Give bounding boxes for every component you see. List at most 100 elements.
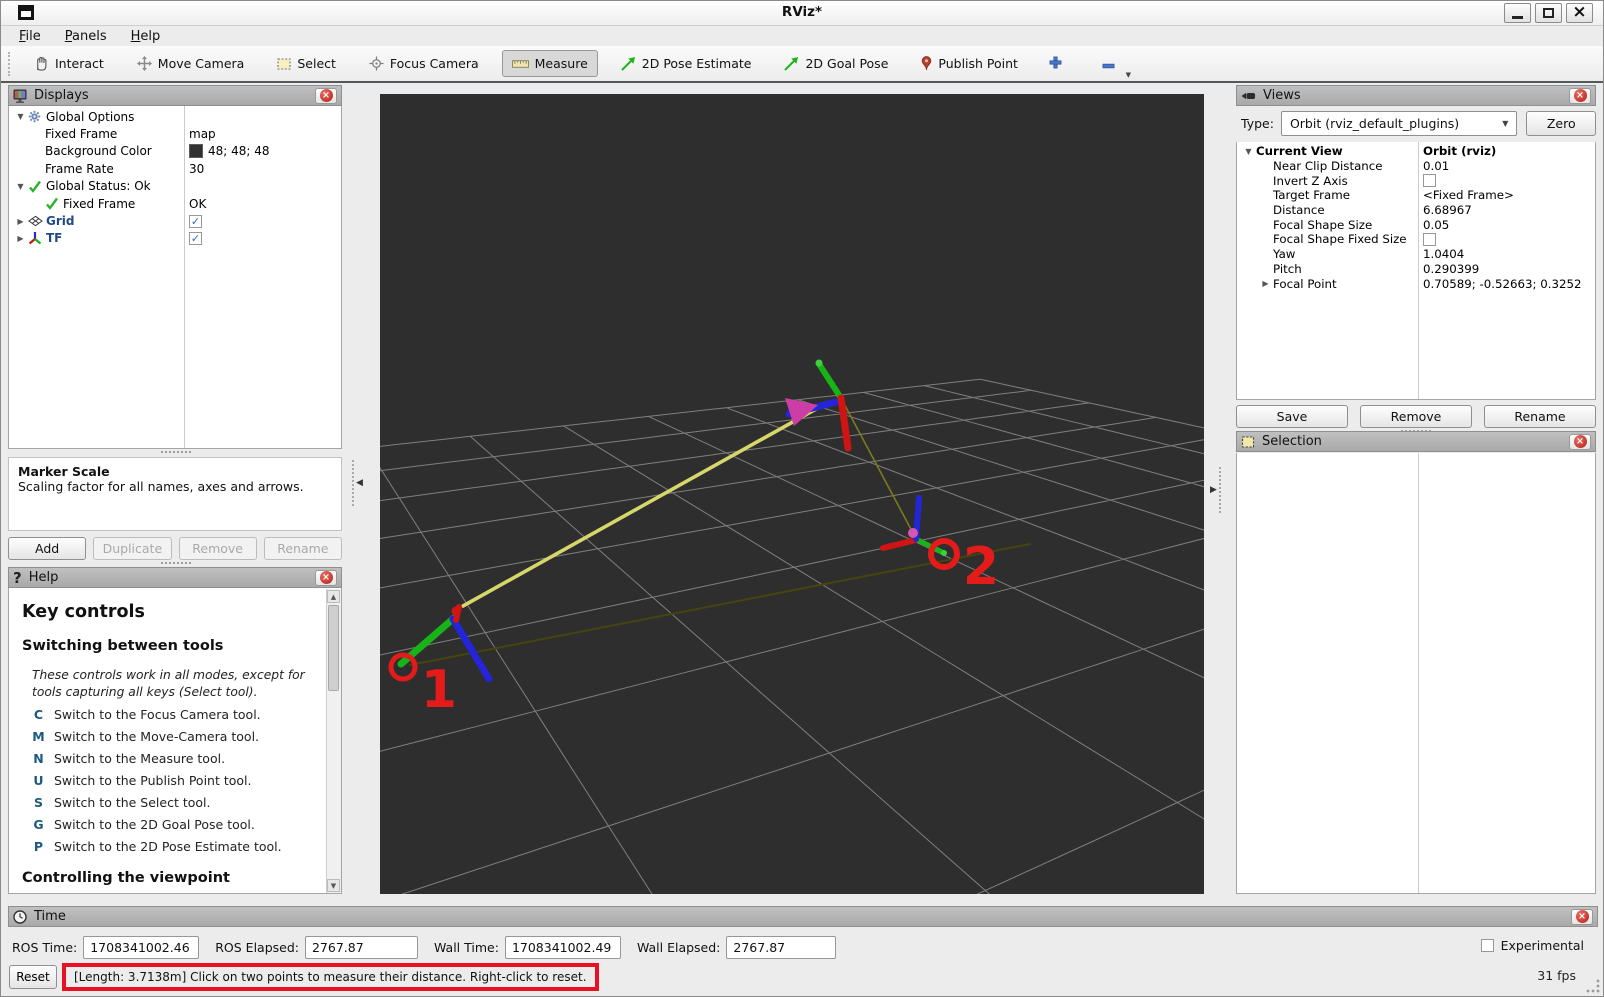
- displays-row-frame-rate[interactable]: Frame Rate30: [9, 160, 341, 177]
- views-row-distance[interactable]: Distance 6.68967: [1237, 203, 1595, 218]
- tool-focus-camera[interactable]: Focus Camera: [359, 50, 489, 77]
- views-close-button[interactable]: ×: [1569, 88, 1591, 104]
- views-value-current-view[interactable]: Orbit (rviz): [1418, 144, 1595, 158]
- expand-icon[interactable]: ▶: [13, 217, 28, 226]
- checkbox-focal-shape-fixed-size[interactable]: [1423, 233, 1436, 246]
- tool-move-camera[interactable]: Move Camera: [127, 50, 255, 77]
- tool-select[interactable]: Select: [267, 50, 346, 77]
- ros-elapsed-field[interactable]: 2767.87: [305, 936, 418, 959]
- collapse-left-panel-handle[interactable]: ◀: [350, 460, 363, 506]
- tf-frame3-x-axis: [883, 540, 916, 548]
- splitter-handle[interactable]: [161, 562, 191, 564]
- tool-interact[interactable]: Interact: [24, 50, 114, 77]
- view-type-dropdown[interactable]: Orbit (rviz_default_plugins) ▼: [1281, 111, 1518, 136]
- displays-row-background-color[interactable]: Background Color48; 48; 48: [9, 143, 341, 160]
- views-row-near-clip-distance[interactable]: Near Clip Distance0.01: [1237, 159, 1595, 174]
- scroll-up-icon[interactable]: ▲: [327, 590, 340, 603]
- expand-icon[interactable]: ▶: [1258, 279, 1273, 288]
- displays-row-global-status-ok[interactable]: ▼Global Status: Ok: [9, 178, 341, 195]
- displays-close-button[interactable]: ×: [315, 88, 337, 104]
- splitter-handle[interactable]: [161, 451, 191, 453]
- scrollbar-thumb[interactable]: [328, 605, 339, 691]
- displays-value-frame-rate[interactable]: 30: [184, 162, 341, 176]
- title-bar[interactable]: RViz* ×: [1, 1, 1603, 26]
- collapse-icon[interactable]: ▼: [13, 182, 28, 191]
- displays-value-fixed-frame[interactable]: OK: [184, 197, 341, 211]
- displays-value-grid[interactable]: ✓: [184, 215, 341, 228]
- displays-add-button[interactable]: Add: [8, 537, 86, 560]
- displays-value-background-color[interactable]: 48; 48; 48: [184, 144, 341, 158]
- help-panel-header[interactable]: ? Help ×: [8, 567, 342, 588]
- views-row-invert-z-axis[interactable]: Invert Z Axis: [1237, 173, 1595, 188]
- wall-time-field[interactable]: 1708341002.49: [505, 936, 621, 959]
- tool-publish-point[interactable]: Publish Point: [911, 50, 1028, 77]
- displays-row-tf[interactable]: ▶TF✓: [9, 230, 341, 247]
- views-row-pitch[interactable]: Pitch0.290399: [1237, 262, 1595, 277]
- displays-row-fixed-frame[interactable]: Fixed FrameOK: [9, 195, 341, 212]
- tool-2d-goal-pose[interactable]: 2D Goal Pose: [774, 50, 898, 77]
- scroll-down-icon[interactable]: ▼: [327, 879, 340, 892]
- tool-measure[interactable]: Measure: [502, 50, 598, 77]
- displays-row-grid[interactable]: ▶Grid✓: [9, 212, 341, 229]
- views-value-focal-shape-size[interactable]: 0.05: [1418, 218, 1595, 232]
- displays-panel-header[interactable]: Displays ×: [8, 85, 342, 106]
- maximize-button[interactable]: [1535, 3, 1562, 23]
- property-label: Distance: [1273, 203, 1325, 217]
- views-panel-header[interactable]: Views ×: [1236, 85, 1596, 106]
- displays-row-global-options[interactable]: ▼Global Options: [9, 108, 341, 125]
- views-value-yaw[interactable]: 1.0404: [1418, 247, 1595, 261]
- checkbox-invert-z-axis[interactable]: [1423, 174, 1436, 187]
- views-save-button[interactable]: Save: [1236, 405, 1348, 428]
- menu-item-panels[interactable]: Panels: [65, 29, 107, 44]
- views-row-current-view[interactable]: ▼Current ViewOrbit (rviz): [1237, 144, 1595, 159]
- expand-icon[interactable]: ▶: [13, 234, 28, 243]
- collapse-icon[interactable]: ▼: [13, 112, 28, 121]
- views-value-focal-point[interactable]: 0.70589; -0.52663; 0.3252: [1418, 277, 1595, 291]
- ros-time-field[interactable]: 1708341002.46: [83, 936, 199, 959]
- close-button[interactable]: ×: [1566, 3, 1593, 23]
- menu-item-file[interactable]: File: [19, 29, 41, 44]
- views-value-distance[interactable]: 6.68967: [1418, 203, 1595, 217]
- shortcut-key: S: [32, 795, 45, 810]
- views-row-focal-shape-fixed-size[interactable]: Focal Shape Fixed Size: [1237, 232, 1595, 247]
- toolbar-drag-handle[interactable]: [8, 52, 14, 76]
- views-value-near-clip-distance[interactable]: 0.01: [1418, 159, 1595, 173]
- zero-button[interactable]: Zero: [1526, 111, 1596, 136]
- selection-panel-header[interactable]: Selection ×: [1236, 431, 1596, 452]
- resize-grip[interactable]: [1586, 979, 1600, 993]
- help-scrollbar[interactable]: ▲ ▼: [326, 589, 341, 893]
- 3d-viewport[interactable]: 12: [380, 94, 1204, 894]
- views-value-target-frame[interactable]: <Fixed Frame>: [1418, 188, 1595, 202]
- collapse-right-panel-handle[interactable]: ▶: [1210, 467, 1223, 513]
- views-rename-button[interactable]: Rename: [1484, 405, 1596, 428]
- reset-button[interactable]: Reset: [9, 965, 57, 989]
- time-close-button[interactable]: ×: [1571, 909, 1593, 925]
- tool-2d-pose-estimate[interactable]: 2D Pose Estimate: [611, 50, 762, 77]
- views-value-pitch[interactable]: 0.290399: [1418, 262, 1595, 276]
- checkbox-grid[interactable]: ✓: [189, 215, 202, 228]
- displays-value-tf[interactable]: ✓: [184, 232, 341, 245]
- help-close-button[interactable]: ×: [315, 570, 337, 586]
- displays-value-fixed-frame[interactable]: map: [184, 127, 341, 141]
- selection-column-splitter[interactable]: [1418, 453, 1419, 893]
- views-remove-button[interactable]: Remove: [1360, 405, 1472, 428]
- menu-item-help[interactable]: Help: [131, 29, 161, 44]
- displays-row-fixed-frame[interactable]: Fixed Framemap: [9, 125, 341, 142]
- collapse-icon[interactable]: ▼: [1241, 147, 1256, 156]
- point-label-2: 2: [963, 537, 999, 597]
- views-row-yaw[interactable]: Yaw1.0404: [1237, 247, 1595, 262]
- remove-tool-button[interactable]: ▼: [1094, 48, 1123, 79]
- selection-close-button[interactable]: ×: [1569, 434, 1591, 450]
- add-tool-button[interactable]: [1041, 48, 1070, 79]
- views-value-focal-shape-fixed-size[interactable]: [1418, 233, 1595, 246]
- checkbox-tf[interactable]: ✓: [189, 232, 202, 245]
- views-row-focal-point[interactable]: ▶Focal Point0.70589; -0.52663; 0.3252: [1237, 276, 1595, 291]
- minimize-icon: [1512, 16, 1523, 19]
- views-row-focal-shape-size[interactable]: Focal Shape Size0.05: [1237, 217, 1595, 232]
- experimental-checkbox[interactable]: [1481, 939, 1494, 952]
- wall-elapsed-field[interactable]: 2767.87: [726, 936, 836, 959]
- minimize-button[interactable]: [1504, 3, 1531, 23]
- views-row-target-frame[interactable]: Target Frame<Fixed Frame>: [1237, 188, 1595, 203]
- time-panel-header[interactable]: Time ×: [8, 906, 1598, 927]
- views-value-invert-z-axis[interactable]: [1418, 174, 1595, 187]
